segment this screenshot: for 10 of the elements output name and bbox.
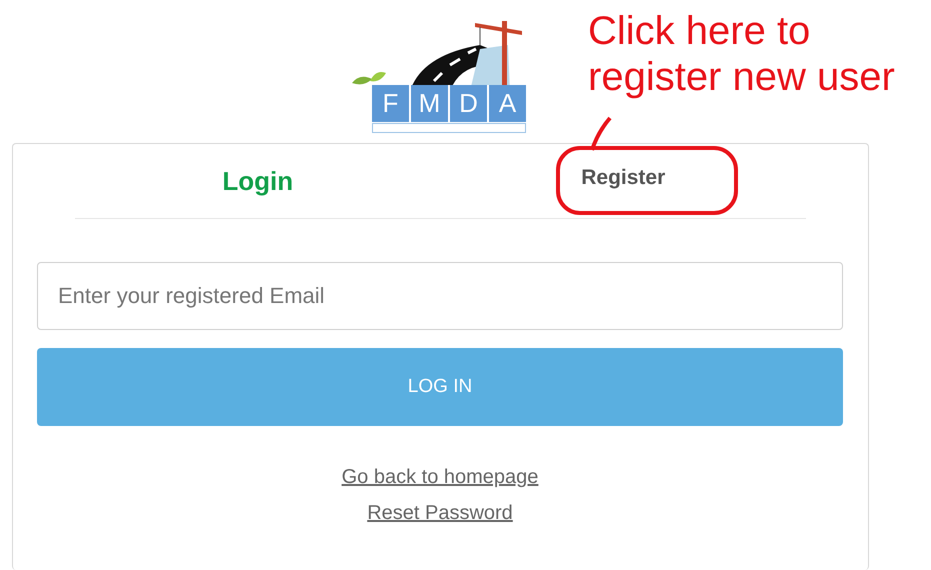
- logo-letter: M: [411, 85, 448, 122]
- annotation-text: Click here to register new user: [588, 8, 896, 100]
- logo-letter: A: [489, 85, 526, 122]
- logo-letter: F: [372, 85, 409, 122]
- logo-letter: D: [450, 85, 487, 122]
- email-field[interactable]: Enter your registered Email: [37, 262, 843, 330]
- link[interactable]: Go back to homepage: [342, 462, 538, 492]
- tab[interactable]: Login: [75, 144, 440, 218]
- link[interactable]: Reset Password: [367, 498, 513, 528]
- tab[interactable]: Register: [440, 144, 806, 218]
